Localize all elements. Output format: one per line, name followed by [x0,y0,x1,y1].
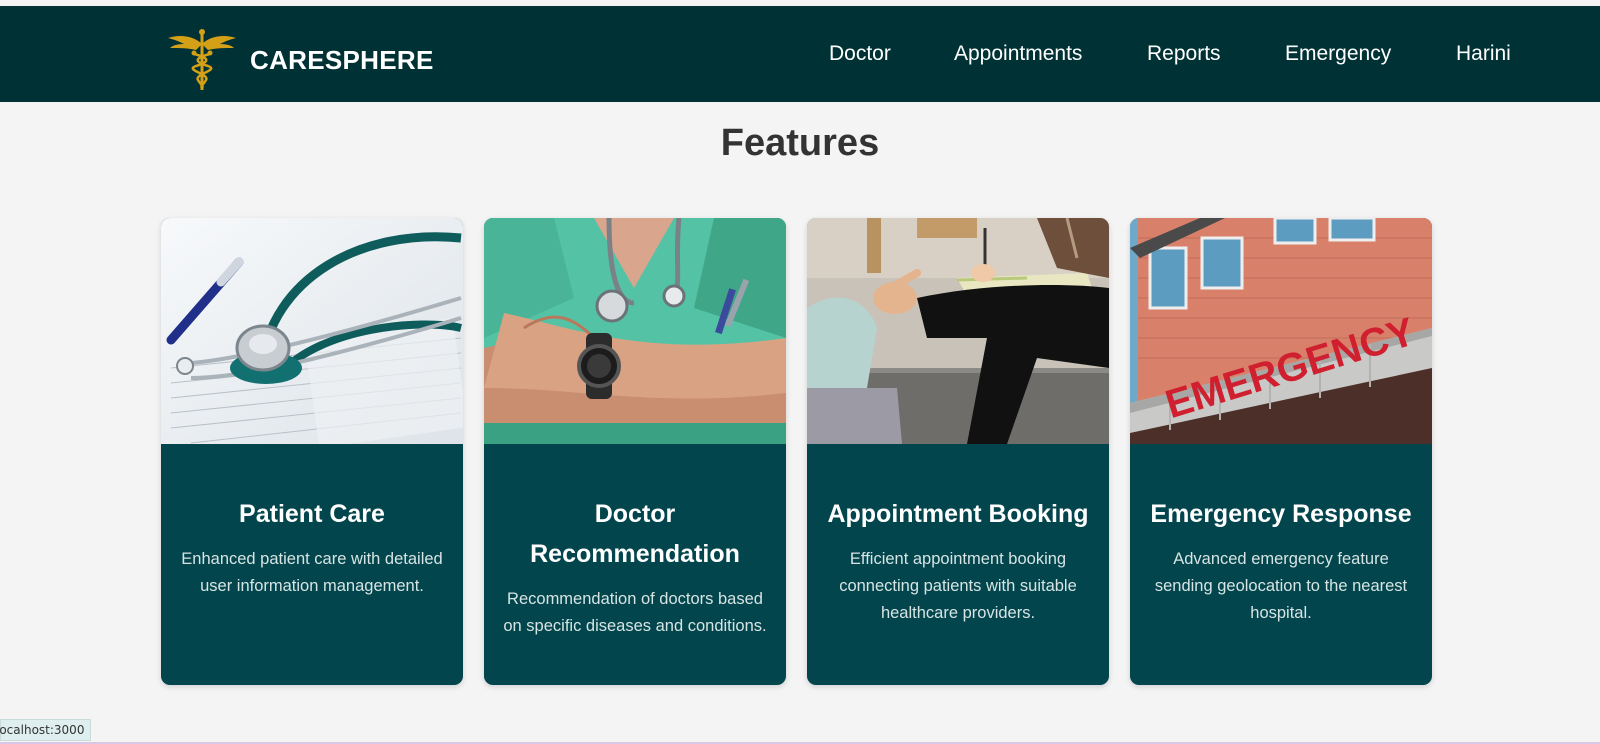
card-description: Recommendation of doctors based on speci… [503,590,767,635]
card-description: Enhanced patient care with detailed user… [181,550,443,595]
card-title: Patient Care [239,500,385,528]
card-body: Emergency Response Advanced emergency fe… [1130,444,1432,685]
feature-card-doctor-recommendation[interactable]: Doctor Recommendation Recommendation of … [484,218,786,685]
brand[interactable]: CARESPHERE [166,28,434,92]
stethoscope-on-papers-photo [161,218,463,444]
card-body: Doctor Recommendation Recommendation of … [484,444,786,685]
status-bar-url: localhost:3000 [0,719,92,741]
feature-card-patient-care[interactable]: Patient Care Enhanced patient care with … [161,218,463,685]
feature-card-emergency-response[interactable]: EMERGENCY Emergency Response Advanced em… [1130,218,1432,685]
features-heading: Features [720,122,880,164]
card-title: Emergency Response [1150,500,1412,528]
status-url-text: localhost:3000 [0,723,85,737]
feature-card-appointment-booking[interactable]: Appointment Booking Efficient appointmen… [807,218,1109,685]
caduceus-icon [168,29,236,90]
card-body: Appointment Booking Efficient appointmen… [807,444,1109,685]
nav-emergency[interactable]: Emergency [1285,42,1391,66]
navbar: CARESPHERE Doctor Appointments Reports E… [0,6,1600,102]
card-description: Advanced emergency feature sending geolo… [1154,550,1408,622]
brand-name: CARESPHERE [250,44,434,75]
emergency-building-sign-photo: EMERGENCY [1130,218,1432,444]
nav-user[interactable]: Harini [1456,42,1511,66]
card-body: Patient Care Enhanced patient care with … [161,444,463,685]
card-title: Appointment Booking [827,500,1089,528]
nav-doctor[interactable]: Doctor [829,42,891,66]
nav-reports[interactable]: Reports [1147,42,1221,66]
consultation-notes-photo [807,218,1109,444]
card-description: Efficient appointment booking connecting… [839,550,1077,622]
nav-appointments[interactable]: Appointments [954,42,1082,66]
doctor-crossed-arms-photo [484,218,786,444]
card-title: Doctor Recommendation [530,500,740,568]
